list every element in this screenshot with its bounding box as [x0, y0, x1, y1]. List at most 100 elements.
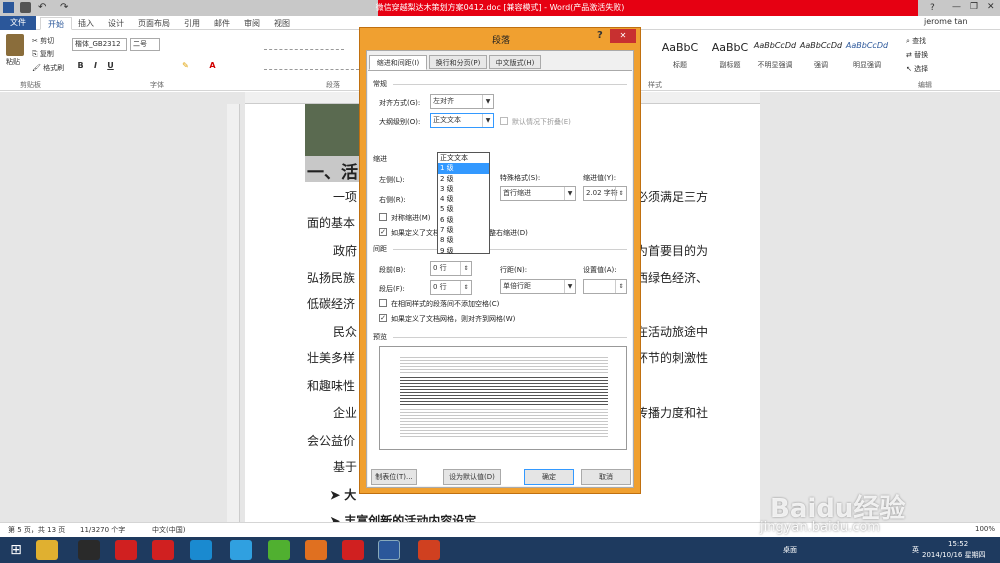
set-default-button[interactable]: 设为默认值(D) [443, 469, 501, 485]
outline-option[interactable]: 9 级 [438, 246, 489, 256]
zoom-level[interactable]: 100% [975, 525, 995, 533]
style-preview-emphasis[interactable]: AaBbCcDd [798, 41, 844, 50]
video-icon[interactable] [230, 540, 252, 560]
bold-button[interactable]: B [75, 60, 86, 71]
word-count[interactable]: 11/3270 个字 [80, 525, 125, 535]
header-image [305, 104, 365, 156]
special-select[interactable]: 首行缩进 ▼ [500, 186, 576, 201]
font-name-select[interactable]: 楷体_GB2312 [72, 38, 127, 51]
explorer-icon[interactable] [36, 540, 58, 560]
tab-line-page-breaks[interactable]: 换行和分页(P) [429, 55, 487, 69]
outline-option[interactable]: 1 级 [438, 163, 489, 174]
tab-file[interactable]: 文件 [0, 16, 36, 30]
qq-icon[interactable] [78, 540, 100, 560]
mirror-indent-checkbox[interactable] [379, 213, 387, 221]
cancel-button[interactable]: 取消 [581, 469, 631, 485]
collapse-checkbox[interactable] [500, 117, 508, 125]
style-preview-subtle[interactable]: AaBbCcDd [752, 41, 798, 50]
tab-design[interactable]: 设计 [104, 17, 128, 30]
music-icon[interactable] [115, 540, 137, 560]
sogou-icon[interactable] [152, 540, 174, 560]
find-button[interactable]: ⌕ 查找 [906, 36, 926, 46]
snap-grid-checkbox[interactable]: ✓ [379, 314, 387, 322]
highlight-icon[interactable]: ✎ [180, 60, 191, 71]
clock-date[interactable]: 2014/10/16 星期四 [922, 550, 986, 560]
thunder-icon[interactable] [305, 540, 327, 560]
indent-by-input[interactable]: 2.02 字符 ⇕ [583, 186, 627, 201]
select-button[interactable]: ↖ 选择 [906, 64, 928, 74]
tab-view[interactable]: 视图 [270, 17, 294, 30]
outline-option[interactable]: 6 级 [438, 215, 489, 225]
paragraph-line-left: 和趣味性 [307, 379, 356, 393]
dialog-close-icon[interactable]: ✕ [610, 29, 636, 43]
ok-button[interactable]: 确定 [524, 469, 574, 485]
paragraph-line-left: 民众 [333, 325, 358, 339]
font-color-button[interactable]: A [207, 60, 218, 71]
paste-button[interactable]: 粘贴 [6, 57, 20, 67]
restore-icon[interactable]: ❐ [970, 2, 978, 12]
style-preview-subtitle[interactable]: AaBbC [705, 41, 755, 54]
tab-mailings[interactable]: 邮件 [210, 17, 234, 30]
style-preview-title[interactable]: AaBbC [655, 41, 705, 54]
underline-button[interactable]: U [105, 60, 116, 71]
tab-review[interactable]: 审阅 [240, 17, 264, 30]
dialog-help-icon[interactable]: ? [597, 30, 603, 41]
replace-button[interactable]: ⇄ 替换 [906, 50, 928, 60]
special-label: 特殊格式(S): [500, 174, 541, 182]
start-icon[interactable]: ⊞ [5, 540, 27, 560]
page-count[interactable]: 第 5 页，共 13 页 [8, 525, 65, 535]
tab-asian-typography[interactable]: 中文版式(H) [489, 55, 541, 69]
line-spacing-select[interactable]: 单倍行距 ▼ [500, 279, 576, 294]
format-painter-button[interactable]: 🖌 格式刷 [32, 63, 64, 73]
paragraph-line-left: 壮美多样 [307, 351, 356, 365]
outline-option[interactable]: 正文文本 [438, 153, 489, 163]
space-after-input[interactable]: 0 行 ⇕ [430, 280, 472, 295]
outline-option[interactable]: 2 级 [438, 174, 489, 184]
tab-indents-spacing[interactable]: 缩进和间距(I) [369, 55, 427, 70]
cloud-icon[interactable] [190, 540, 212, 560]
desktop-label[interactable]: 桌面 [783, 545, 797, 555]
powerpoint-icon[interactable] [418, 540, 440, 560]
alignment-select[interactable]: 左对齐 ▼ [430, 94, 494, 109]
alignment-buttons[interactable] [264, 58, 359, 70]
outline-level-label: 大纲级别(O): [379, 118, 421, 126]
outline-option[interactable]: 8 级 [438, 235, 489, 245]
tab-home[interactable]: 开始 [40, 17, 72, 30]
tabs-button[interactable]: 制表位(T)... [371, 469, 417, 485]
outline-option[interactable]: 5 级 [438, 204, 489, 214]
space-before-input[interactable]: 0 行 ⇕ [430, 261, 472, 276]
outline-option[interactable]: 3 级 [438, 184, 489, 194]
clock-time[interactable]: 15:52 [948, 540, 968, 548]
outline-option[interactable]: 7 级 [438, 225, 489, 235]
user-name[interactable]: jerome tan [924, 17, 968, 26]
collapse-label: 默认情况下折叠(E) [512, 118, 571, 126]
tab-layout[interactable]: 页面布局 [134, 17, 174, 30]
no-space-checkbox[interactable] [379, 299, 387, 307]
style-preview-intense[interactable]: AaBbCcDd [844, 41, 890, 50]
outline-level-select[interactable]: 正文文本 ▼ [430, 113, 494, 128]
sogou2-icon[interactable] [342, 540, 364, 560]
copy-button[interactable]: ⎘ 复制 [32, 49, 54, 59]
minimize-icon[interactable]: — [952, 2, 961, 12]
mirror-indent-label: 对称缩进(M) [391, 214, 431, 222]
tab-references[interactable]: 引用 [180, 17, 204, 30]
word-taskbar-icon[interactable] [378, 540, 400, 560]
indent-right-label: 右侧(R): [379, 196, 406, 204]
font-size-select[interactable]: 二号 [130, 38, 160, 51]
outline-level-dropdown[interactable]: 正文文本 1 级2 级3 级4 级5 级6 级7 级8 级9 级 [437, 152, 490, 256]
tab-insert[interactable]: 插入 [74, 17, 98, 30]
auto-indent-checkbox[interactable]: ✓ [379, 228, 387, 236]
vertical-ruler[interactable] [227, 104, 240, 522]
close-icon[interactable]: ✕ [987, 2, 995, 12]
spacing-at-input[interactable]: ⇕ [583, 279, 627, 294]
list-buttons[interactable] [264, 40, 344, 50]
outline-option[interactable]: 4 级 [438, 194, 489, 204]
paste-icon[interactable] [6, 34, 24, 56]
iqiyi-icon[interactable] [268, 540, 290, 560]
language-status[interactable]: 中文(中国) [152, 525, 185, 535]
italic-button[interactable]: I [90, 60, 101, 71]
cut-button[interactable]: ✂ 剪切 [32, 36, 54, 46]
chevron-down-icon: ▼ [564, 280, 575, 293]
ime-indicator[interactable]: 英 [912, 545, 919, 555]
help-icon[interactable]: ? [930, 3, 935, 13]
